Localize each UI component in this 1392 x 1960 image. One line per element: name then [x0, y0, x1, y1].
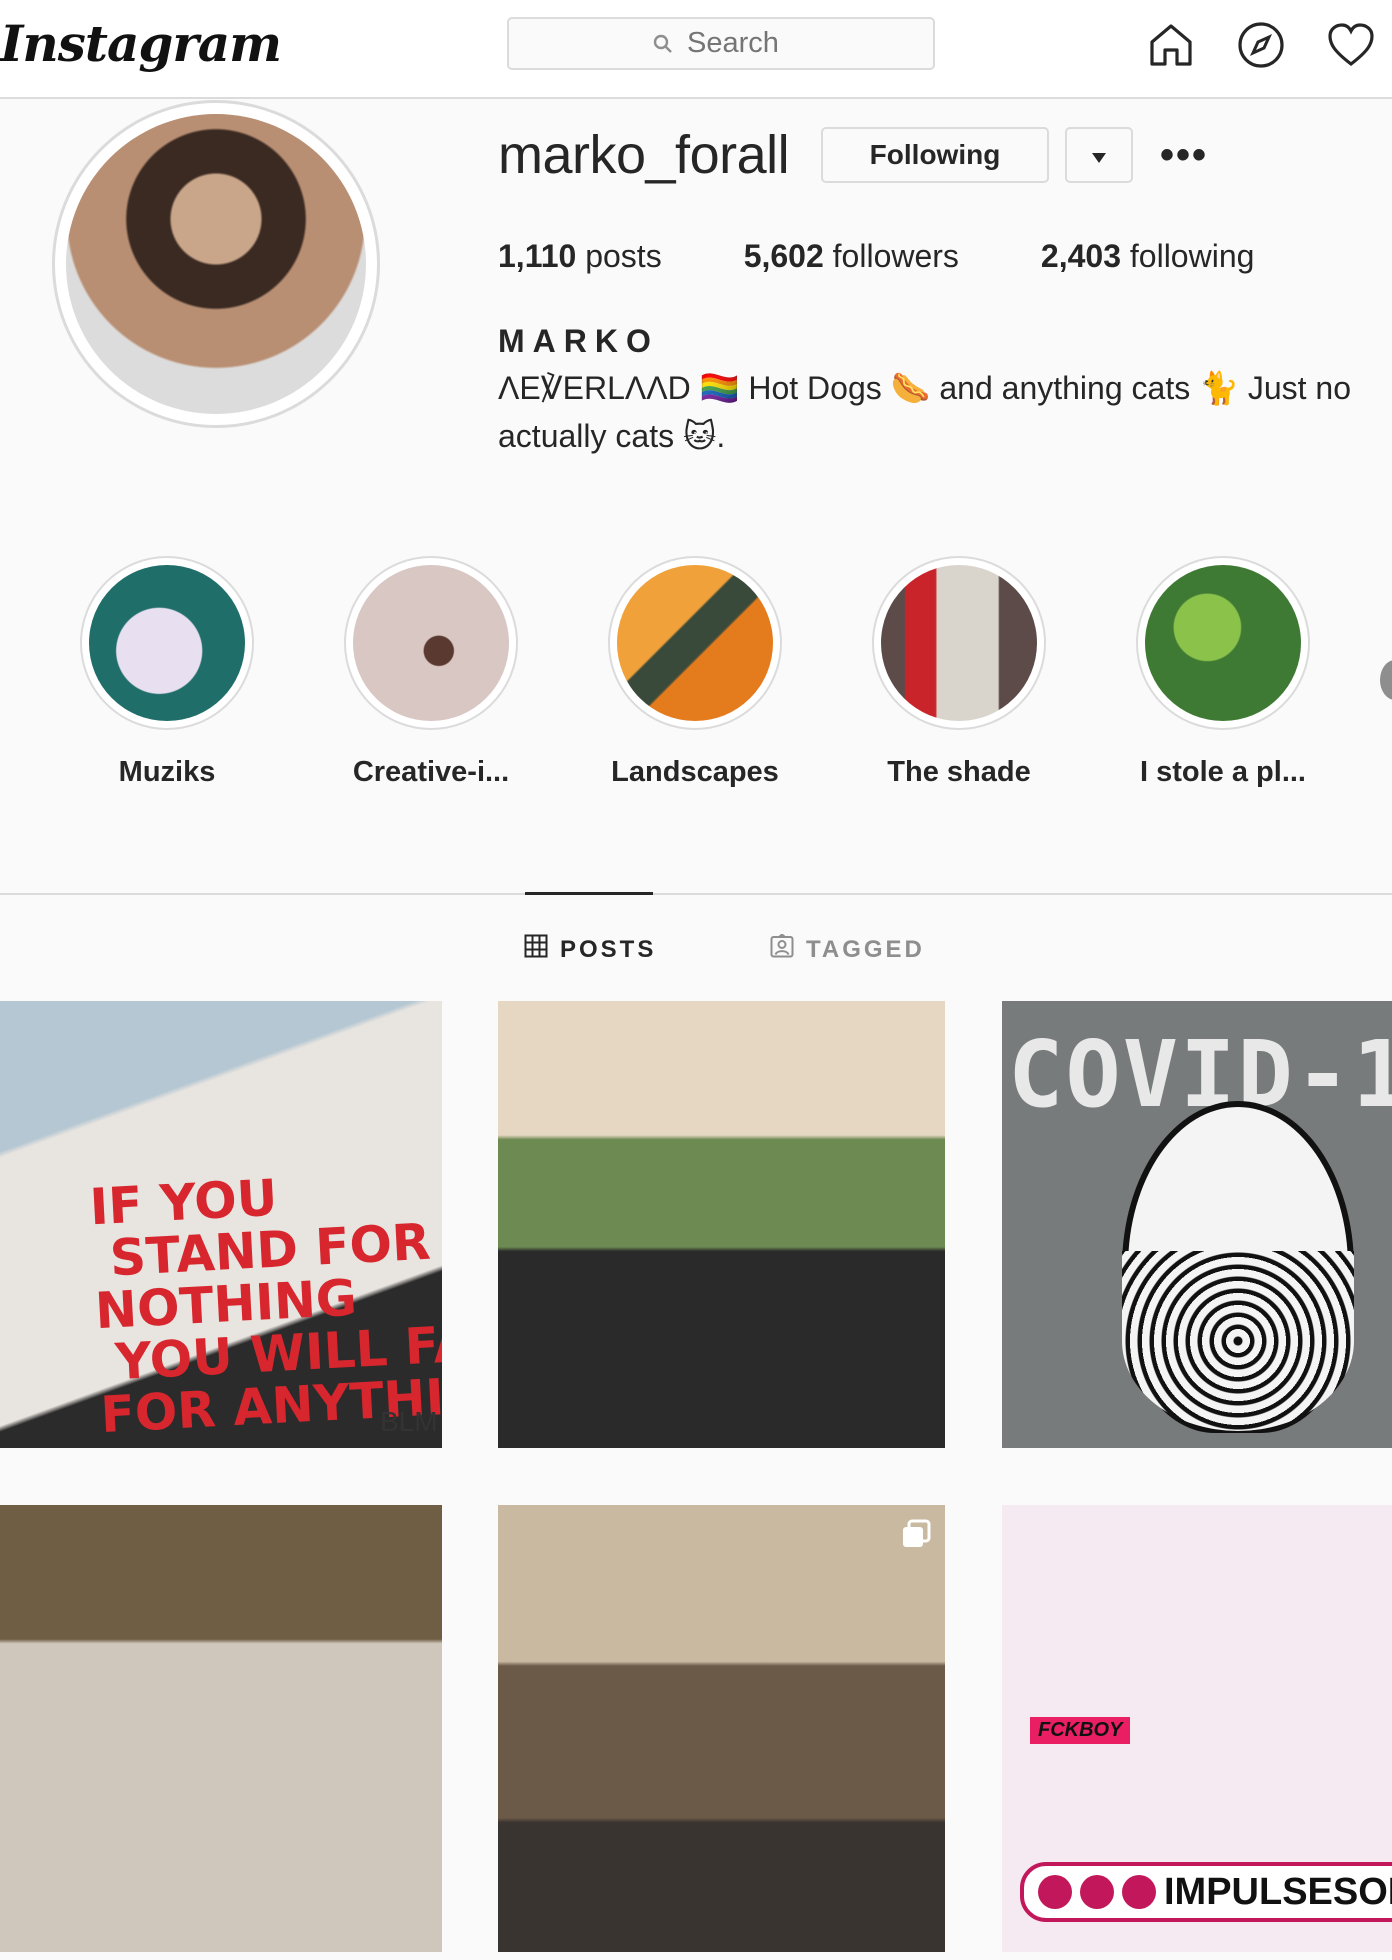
followers-count-value: 5,602 — [743, 238, 824, 274]
facebook-icon — [1038, 1875, 1072, 1909]
post-shirt-text: FCKBOY — [1030, 1717, 1131, 1744]
highlight-label: I stole a pl... — [1140, 756, 1306, 788]
search-box[interactable] — [507, 17, 935, 70]
home-icon[interactable] — [1146, 20, 1196, 70]
post-thumbnail[interactable]: IF YOU STAND FOR NOTHING YOU WILL FAI FO… — [0, 1001, 442, 1448]
highlight-creative[interactable]: Creative-i... — [331, 556, 531, 789]
search-input[interactable] — [685, 26, 789, 61]
profile-bio: ΛΕ℣ERLΛΛD 🏳️‍🌈 Hot Dogs 🌭 and anything c… — [498, 364, 1392, 460]
highlight-landscapes[interactable]: Landscapes — [595, 556, 795, 789]
highlight-thumbnail — [617, 565, 773, 721]
post-poster-text: IF YOU STAND FOR NOTHING YOU WILL FAI FO… — [88, 1168, 442, 1445]
tabs-divider — [0, 893, 1392, 895]
post-illustration-bandana — [1122, 1251, 1354, 1431]
profile-full-name: MARKO — [498, 323, 659, 359]
post-thumbnail[interactable]: FCKBOY IMPULSESOF — [1002, 1505, 1392, 1952]
highlight-thumbnail — [881, 565, 1037, 721]
highlight-label: Muziks — [118, 756, 216, 788]
highlight-the-shade[interactable]: The shade — [859, 556, 1059, 789]
instagram-logo[interactable]: Instagram — [0, 14, 282, 73]
instagram-icon — [1122, 1875, 1156, 1909]
highlight-ring — [872, 556, 1046, 730]
tab-tagged[interactable]: TAGGED — [770, 933, 925, 965]
highlight-thumbnail — [1145, 565, 1301, 721]
highlight-label: The shade — [887, 756, 1031, 788]
suggestions-dropdown-button[interactable] — [1065, 127, 1133, 183]
highlight-ring — [608, 556, 782, 730]
highlight-muziks[interactable]: Muziks — [67, 556, 267, 789]
more-options-icon[interactable]: ••• — [1160, 133, 1208, 178]
post-brand-bar: IMPULSESOF — [1020, 1862, 1392, 1922]
tab-posts[interactable]: POSTS — [524, 934, 656, 965]
posts-count-label: posts — [576, 238, 662, 274]
followers-count[interactable]: 5,602 followers — [744, 238, 959, 275]
followers-count-label: followers — [823, 238, 959, 274]
activity-heart-icon[interactable] — [1326, 20, 1376, 70]
tab-posts-label: POSTS — [560, 935, 657, 963]
tab-tagged-label: TAGGED — [806, 935, 925, 963]
highlight-thumbnail — [89, 565, 245, 721]
highlight-ring — [344, 556, 518, 730]
explore-icon[interactable] — [1236, 20, 1286, 70]
highlight-i-stole-a-plant[interactable]: I stole a pl... — [1123, 556, 1323, 789]
following-count-value: 2,403 — [1040, 238, 1121, 274]
highlight-label: Landscapes — [611, 756, 779, 788]
profile-stats: 1,110 posts 5,602 followers 2,403 follow… — [498, 238, 1336, 275]
highlights-next-arrow[interactable] — [1380, 660, 1392, 700]
post-thumbnail[interactable] — [498, 1505, 945, 1952]
triangle-down-icon — [1091, 139, 1107, 171]
post-thumbnail[interactable] — [0, 1505, 442, 1952]
active-tab-indicator — [525, 892, 653, 895]
profile-avatar — [66, 114, 366, 414]
following-button[interactable]: Following — [821, 127, 1049, 183]
highlight-label: Creative-i... — [352, 756, 510, 788]
tagged-person-icon — [770, 933, 794, 965]
highlight-ring — [1136, 556, 1310, 730]
carousel-multiple-icon — [901, 1519, 931, 1549]
highlight-ring — [80, 556, 254, 730]
following-count[interactable]: 2,403 following — [1041, 238, 1254, 275]
twitter-icon — [1080, 1875, 1114, 1909]
grid-icon — [524, 934, 548, 965]
bio-line-2: actually cats 🐱. — [498, 418, 726, 454]
top-nav-bar: Instagram — [0, 0, 1392, 99]
search-icon — [653, 34, 673, 54]
post-poster-signature: BLM — [380, 1406, 438, 1437]
post-thumbnail[interactable] — [498, 1001, 945, 1448]
following-count-label: following — [1121, 238, 1255, 274]
post-thumbnail[interactable]: COVID-1 — [1002, 1001, 1392, 1448]
bio-line-1: ΛΕ℣ERLΛΛD 🏳️‍🌈 Hot Dogs 🌭 and anything c… — [498, 370, 1351, 406]
profile-username: marko_forall — [498, 125, 790, 185]
posts-count-value: 1,110 — [498, 238, 577, 274]
highlight-thumbnail — [353, 565, 509, 721]
profile-avatar-ring[interactable] — [52, 100, 380, 428]
post-brand-text: IMPULSESOF — [1164, 1870, 1392, 1913]
posts-count: 1,110 posts — [498, 238, 662, 275]
